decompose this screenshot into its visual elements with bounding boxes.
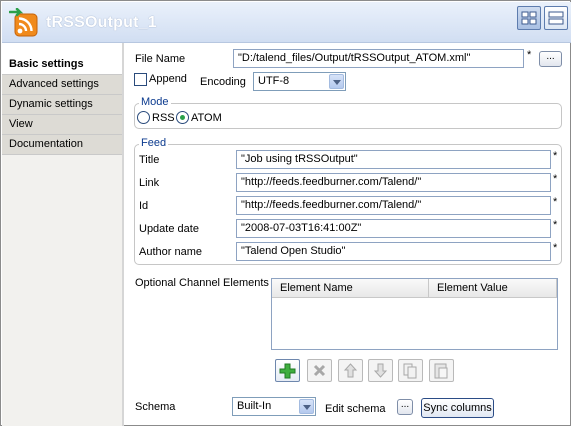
add-plus-icon bbox=[279, 363, 296, 379]
mode-rss-radio[interactable] bbox=[137, 111, 150, 124]
feed-update-date-field[interactable]: "2008-07-03T16:41:00Z" bbox=[236, 219, 551, 238]
feed-author-name-field[interactable]: "Talend Open Studio" bbox=[236, 242, 551, 261]
delete-row-button[interactable] bbox=[307, 359, 332, 382]
delete-x-icon bbox=[313, 364, 326, 377]
sync-columns-button[interactable]: Sync columns bbox=[421, 398, 494, 418]
feed-title-field[interactable]: "Job using tRSSOutput" bbox=[236, 150, 551, 169]
encoding-value: UTF-8 bbox=[258, 75, 290, 87]
add-row-button[interactable] bbox=[275, 359, 300, 382]
move-up-icon bbox=[343, 363, 358, 378]
append-label: Append bbox=[149, 73, 187, 85]
feed-id-field[interactable]: "http://feeds.feedburner.com/Talend/" bbox=[236, 196, 551, 215]
settings-tabs: Basic settings Advanced settings Dynamic… bbox=[2, 55, 123, 426]
chevron-down-icon bbox=[299, 399, 314, 414]
move-up-button[interactable] bbox=[338, 359, 363, 382]
list-view-icon[interactable] bbox=[544, 6, 568, 30]
required-marker: * bbox=[527, 49, 532, 61]
schema-value: Built-In bbox=[237, 400, 272, 412]
optional-channel-label: Optional Channel Elements bbox=[135, 277, 269, 289]
browse-file-button[interactable]: ... bbox=[539, 51, 562, 67]
component-settings-panel: tRSSOutput_1 Basic settings Advanced set… bbox=[0, 0, 571, 426]
move-down-button[interactable] bbox=[368, 359, 393, 382]
paste-icon bbox=[434, 363, 448, 379]
grid-view-icon[interactable] bbox=[517, 6, 541, 30]
encoding-select[interactable]: UTF-8 bbox=[253, 72, 346, 91]
chevron-down-icon bbox=[329, 74, 344, 89]
edit-schema-button[interactable]: ... bbox=[397, 399, 413, 415]
schema-select[interactable]: Built-In bbox=[232, 397, 316, 416]
feed-link-field[interactable]: "http://feeds.feedburner.com/Talend/" bbox=[236, 173, 551, 192]
append-checkbox[interactable] bbox=[134, 73, 147, 86]
required-marker: * bbox=[553, 242, 558, 254]
tab-dynamic-settings[interactable]: Dynamic settings bbox=[2, 95, 123, 115]
file-name-label: File Name bbox=[135, 53, 186, 65]
move-down-icon bbox=[373, 363, 388, 378]
tabs-divider bbox=[122, 43, 124, 426]
required-marker: * bbox=[553, 173, 558, 185]
feed-title-label: Title bbox=[139, 154, 160, 166]
schema-label: Schema bbox=[135, 401, 176, 413]
column-header-element-value[interactable]: Element Value bbox=[429, 279, 557, 298]
feed-link-label: Link bbox=[139, 177, 160, 189]
mode-atom-radio[interactable] bbox=[176, 111, 189, 124]
feed-group-title: Feed bbox=[139, 137, 169, 149]
feed-id-label: Id bbox=[139, 200, 149, 212]
mode-atom-label: ATOM bbox=[191, 112, 222, 124]
rss-output-icon bbox=[9, 8, 38, 37]
feed-author-name-label: Author name bbox=[139, 246, 202, 258]
file-name-field[interactable]: "D:/talend_files/Output/tRSSOutput_ATOM.… bbox=[233, 49, 524, 68]
optional-channel-table[interactable]: Element Name Element Value bbox=[271, 278, 558, 350]
paste-button[interactable] bbox=[429, 359, 454, 382]
mode-group-title: Mode bbox=[139, 96, 171, 108]
copy-icon bbox=[403, 363, 417, 379]
tab-basic-settings[interactable]: Basic settings bbox=[2, 55, 123, 75]
encoding-label: Encoding bbox=[200, 76, 246, 88]
tab-advanced-settings[interactable]: Advanced settings bbox=[2, 75, 123, 95]
column-header-element-name[interactable]: Element Name bbox=[272, 279, 429, 298]
tab-documentation[interactable]: Documentation bbox=[2, 135, 123, 155]
tabs-background bbox=[2, 155, 123, 426]
copy-button[interactable] bbox=[398, 359, 423, 382]
mode-rss-label: RSS bbox=[152, 112, 175, 124]
component-title: tRSSOutput_1 bbox=[46, 14, 157, 31]
feed-update-date-label: Update date bbox=[139, 223, 199, 235]
tab-view[interactable]: View bbox=[2, 115, 123, 135]
component-header: tRSSOutput_1 bbox=[2, 2, 571, 43]
required-marker: * bbox=[553, 219, 558, 231]
required-marker: * bbox=[553, 196, 558, 208]
required-marker: * bbox=[553, 150, 558, 162]
edit-schema-label: Edit schema bbox=[325, 403, 386, 415]
